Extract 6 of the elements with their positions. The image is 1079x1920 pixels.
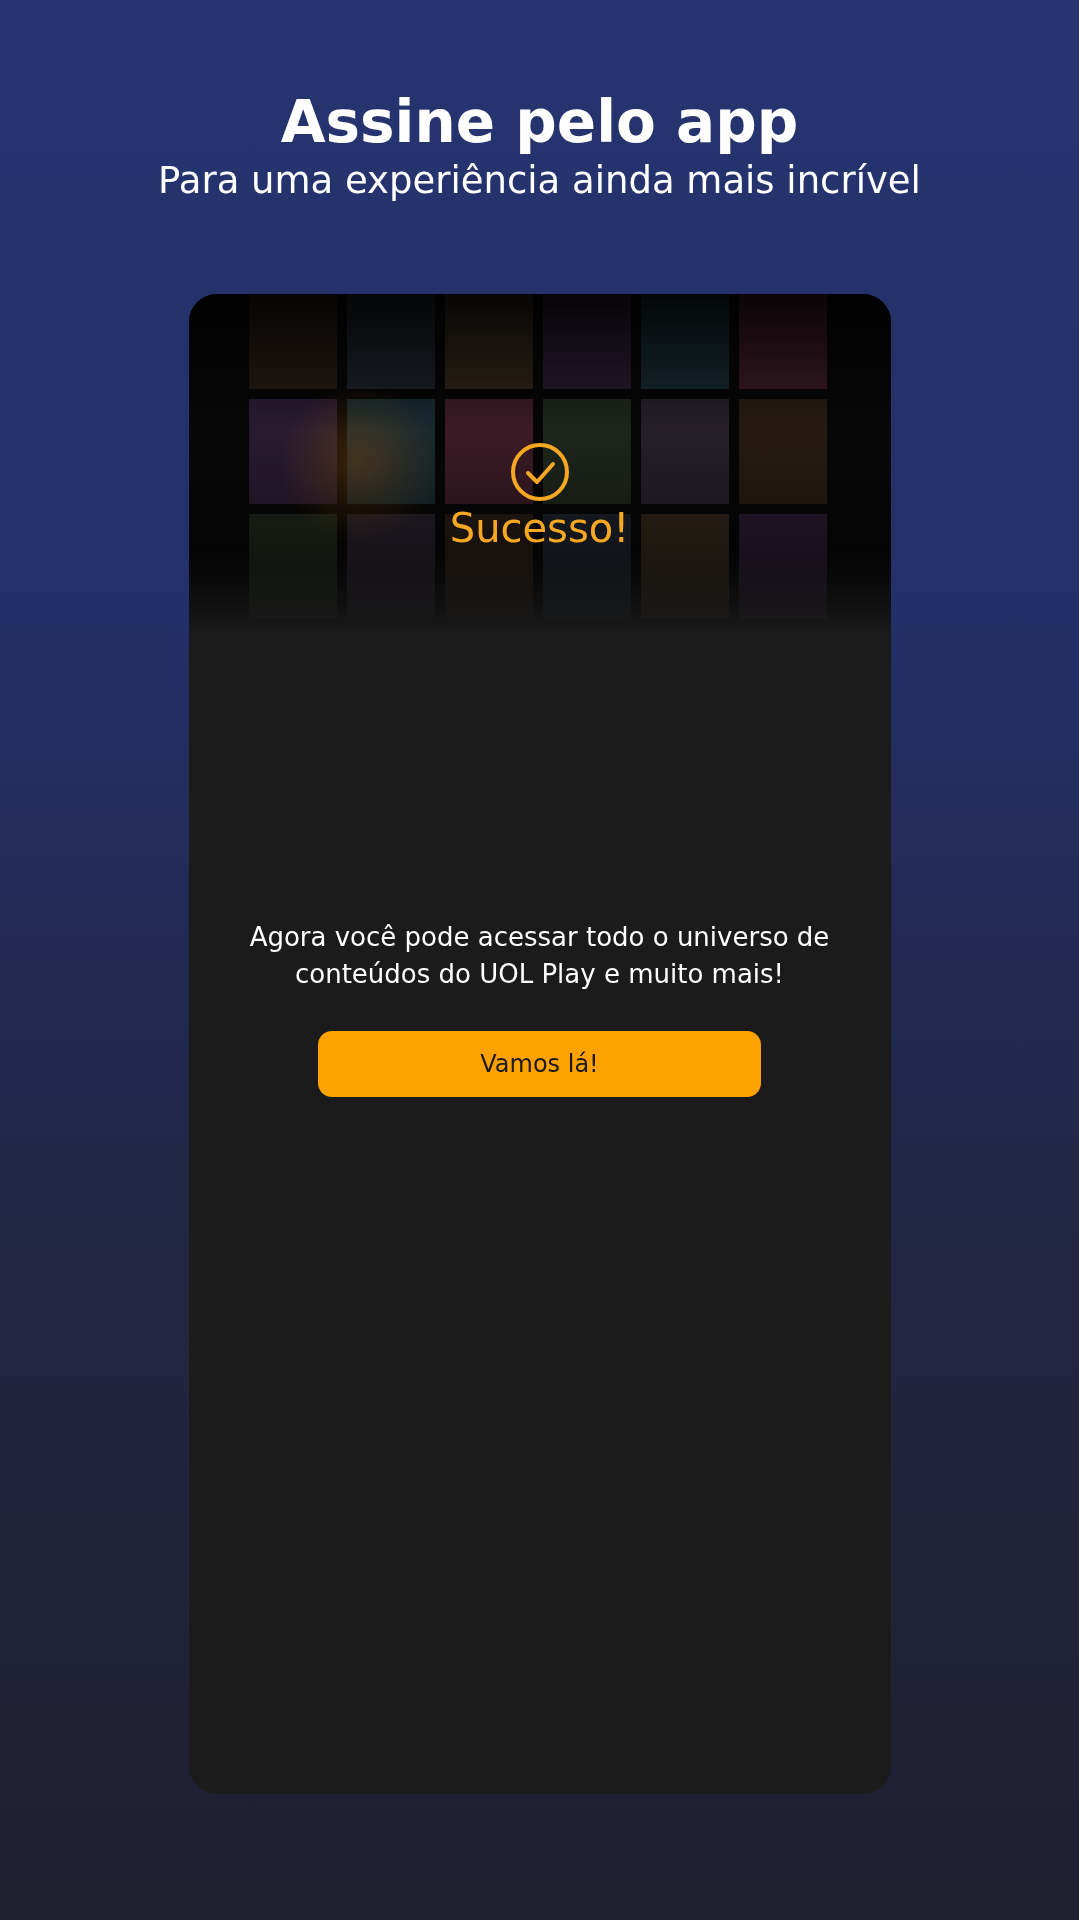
check-circle-icon bbox=[509, 442, 570, 502]
page-subtitle: Para uma experiência ainda mais incrível bbox=[158, 158, 921, 204]
continue-button[interactable]: Vamos lá! bbox=[318, 1031, 761, 1097]
page-title: Assine pelo app bbox=[280, 87, 799, 158]
success-title: Sucesso! bbox=[449, 504, 630, 552]
message-text: Agora você pode acessar todo o universo de conteúdos do UOL Play e muito mais! bbox=[248, 921, 831, 991]
